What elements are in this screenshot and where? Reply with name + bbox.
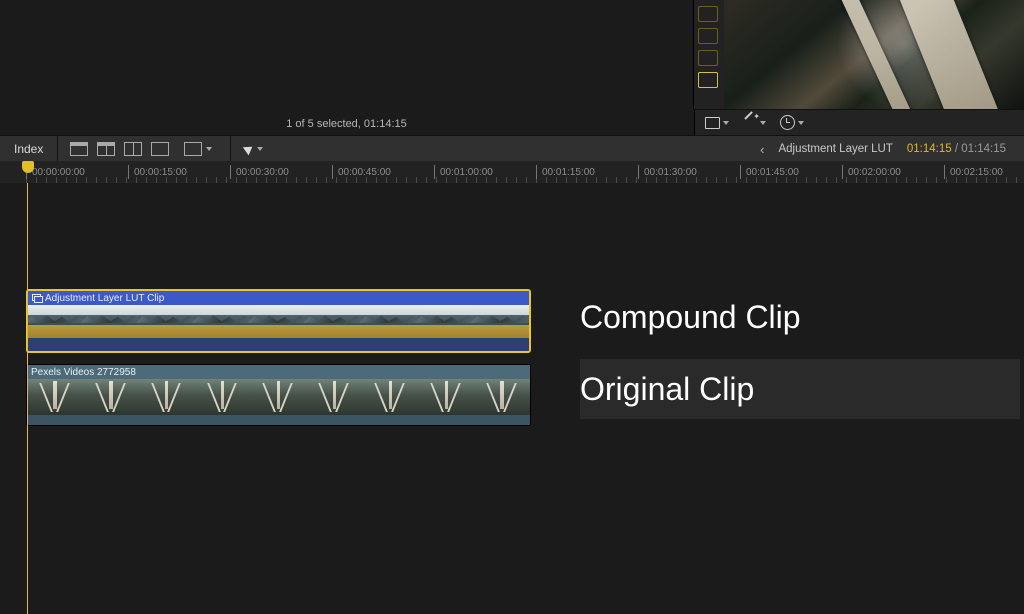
- appearance-icon: [184, 142, 202, 156]
- enhance-menu-button[interactable]: [743, 116, 766, 130]
- timeline-body[interactable]: Adjustment Layer LUT Clip Pexels Videos …: [0, 183, 1024, 614]
- histogram-icon[interactable]: [698, 50, 718, 66]
- ruler-mark: 00:02:15:00: [944, 161, 1003, 183]
- viewer-toolbar: [694, 109, 1024, 135]
- current-time: 01:14:15: [907, 143, 952, 155]
- compound-clip-audio[interactable]: [28, 338, 529, 353]
- timeline-ruler[interactable]: 00:00:00:00 00:00:15:00 00:00:30:00 00:00:4…: [0, 161, 1024, 184]
- timecode-separator: /: [952, 143, 962, 155]
- duration-time: 01:14:15: [961, 143, 1006, 155]
- video-content: [839, 0, 913, 109]
- view-options-button[interactable]: [705, 117, 729, 129]
- timecode-display[interactable]: 01:14:15 / 01:14:15: [907, 143, 1006, 155]
- timeline-toolbar: Index ‹ Adjustment Layer LUT 01:14:15 / …: [0, 135, 1024, 163]
- viewer-video[interactable]: [724, 0, 1024, 109]
- compound-clip-header: Adjustment Layer LUT Clip: [28, 291, 529, 305]
- vectorscope-icon[interactable]: [698, 28, 718, 44]
- compound-clip[interactable]: Adjustment Layer LUT Clip: [26, 289, 531, 353]
- ruler-mark: 00:00:30:00: [230, 161, 289, 183]
- ruler-mark: 00:00:00:00: [26, 161, 85, 183]
- rectangle-icon: [705, 117, 720, 129]
- ruler-mark: 00:01:45:00: [740, 161, 799, 183]
- video-content: [899, 0, 998, 109]
- timeline-toolbar-right: ‹ Adjustment Layer LUT 01:14:15 / 01:14:…: [760, 142, 1024, 157]
- playhead-head[interactable]: [22, 161, 34, 173]
- sequence-name[interactable]: Adjustment Layer LUT: [778, 143, 892, 155]
- ruler-mark: 00:02:00:00: [842, 161, 901, 183]
- ruler-mark: 00:00:45:00: [332, 161, 391, 183]
- compound-clip-icon: [32, 294, 41, 303]
- original-clip-title: Pexels Videos 2772958: [31, 367, 136, 378]
- original-clip[interactable]: Pexels Videos 2772958: [26, 364, 531, 426]
- retime-menu-button[interactable]: [780, 115, 804, 130]
- clock-icon: [780, 115, 795, 130]
- connect-clip-icon[interactable]: [70, 142, 88, 156]
- magic-wand-icon: [743, 116, 757, 130]
- compound-clip-thumbnails: [28, 305, 529, 338]
- browser-and-viewer-area: 1 of 5 selected, 01:14:15: [0, 0, 1024, 135]
- original-clip-thumbnails: [27, 379, 530, 415]
- chevron-down-icon: [257, 147, 263, 151]
- insert-clip-icon[interactable]: [97, 142, 115, 156]
- clip-appearance-group: [58, 136, 230, 162]
- browser-status-text: 1 of 5 selected, 01:14:15: [0, 118, 693, 130]
- original-clip-header: Pexels Videos 2772958: [27, 365, 530, 379]
- compound-clip-title: Adjustment Layer LUT Clip: [45, 293, 164, 304]
- ruler-mark: 00:01:15:00: [536, 161, 595, 183]
- chevron-down-icon: [206, 147, 212, 151]
- chevron-down-icon: [723, 121, 729, 125]
- playhead-line[interactable]: [27, 183, 28, 614]
- clip-appearance-menu[interactable]: [178, 136, 218, 162]
- append-clip-icon[interactable]: [124, 142, 142, 156]
- select-tool-button[interactable]: [230, 136, 277, 162]
- pointer-icon: [243, 143, 255, 156]
- waveform-icon[interactable]: [698, 6, 718, 22]
- chevron-down-icon: [760, 121, 766, 125]
- ruler-mark: 00:01:00:00: [434, 161, 493, 183]
- viewer-tool-strip: [694, 0, 724, 109]
- original-clip-audio[interactable]: [27, 415, 530, 426]
- annotation-original: Original Clip: [580, 359, 1020, 419]
- annotation-compound: Compound Clip: [580, 287, 1020, 347]
- ruler-mark: 00:01:30:00: [638, 161, 697, 183]
- rgb-parade-icon[interactable]: [698, 72, 718, 88]
- index-button[interactable]: Index: [0, 136, 58, 162]
- chevron-down-icon: [798, 121, 804, 125]
- ruler-track[interactable]: 00:00:00:00 00:00:15:00 00:00:30:00 00:00:4…: [26, 161, 1024, 183]
- viewer-panel: [693, 0, 1024, 109]
- ruler-mark: 00:00:15:00: [128, 161, 187, 183]
- timeline-history-back-button[interactable]: ‹: [760, 142, 764, 157]
- overwrite-clip-icon[interactable]: [151, 142, 169, 156]
